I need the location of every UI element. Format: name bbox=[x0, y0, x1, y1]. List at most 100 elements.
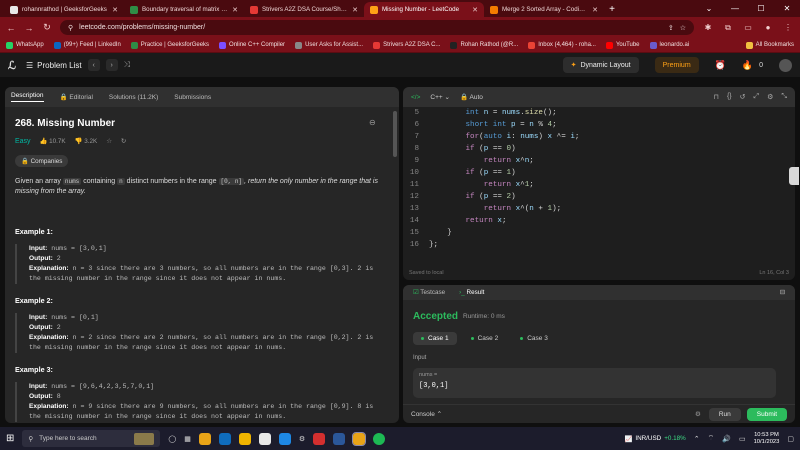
code-area[interactable]: 5 int n = nums. size (); 6 short int p = n … bbox=[403, 107, 795, 251]
case-tab[interactable]: Case 3 bbox=[512, 332, 556, 345]
leetcode-logo-icon[interactable]: ℒ bbox=[8, 59, 20, 72]
alarm-icon[interactable]: ⏰ bbox=[715, 60, 726, 71]
acrobat-icon[interactable] bbox=[313, 432, 326, 445]
sidepanel-icon[interactable]: ▭ bbox=[742, 23, 754, 32]
code-line[interactable]: 10 if (p == 1) bbox=[403, 167, 795, 179]
extensions-puzzle-icon[interactable]: ⧉ bbox=[722, 23, 734, 33]
forward-icon[interactable]: → bbox=[24, 23, 34, 33]
wifi-icon[interactable]: ⌔ bbox=[708, 434, 715, 443]
tab-editorial[interactable]: 🔒 Editorial bbox=[60, 93, 93, 101]
browser-tab[interactable]: Boundary traversal of matrix | Pr ✕ bbox=[124, 2, 244, 17]
browser-tab-active[interactable]: Missing Number - LeetCode ✕ bbox=[364, 2, 484, 17]
code-line[interactable]: 7 for(auto i: nums) x ^= i; bbox=[403, 131, 795, 143]
code-line[interactable]: 16}; bbox=[403, 239, 795, 251]
bookmark-item[interactable]: Practice | GeeksforGeeks bbox=[130, 41, 209, 49]
notification-icon[interactable]: ▢ bbox=[787, 435, 794, 443]
streak-fire-icon[interactable]: 🔥 bbox=[742, 60, 753, 71]
stock-ticker[interactable]: 📈 INR/USD +0.18% bbox=[624, 435, 685, 443]
bookmark-item[interactable]: YouTube bbox=[605, 41, 640, 49]
settings-icon[interactable]: ⚙ bbox=[299, 435, 305, 443]
taskbar-search[interactable]: ⚲ Type here to search bbox=[22, 430, 161, 447]
task-view-icon[interactable]: ◯ bbox=[168, 435, 176, 443]
timer-icon[interactable]: ⊖ bbox=[369, 118, 376, 127]
close-icon[interactable]: ✕ bbox=[472, 6, 478, 14]
share-icon[interactable]: ↻ bbox=[121, 138, 126, 145]
bookmark-item[interactable]: Online C++ Compiler bbox=[219, 41, 285, 49]
mode-toggle[interactable]: 🔒 Auto bbox=[460, 93, 483, 101]
code-line[interactable]: 13 return x ^(n + 1); bbox=[403, 203, 795, 215]
volume-icon[interactable]: 🔊 bbox=[722, 435, 731, 443]
word-icon[interactable] bbox=[333, 432, 346, 445]
case-tab[interactable]: Case 2 bbox=[463, 332, 507, 345]
file-explorer-icon[interactable] bbox=[238, 432, 251, 445]
system-clock[interactable]: 10:53 PM 10/1/2023 bbox=[754, 432, 780, 446]
bookmark-icon[interactable]: ⊓ bbox=[713, 93, 718, 101]
all-bookmarks[interactable]: All Bookmarks bbox=[745, 41, 794, 49]
user-avatar[interactable] bbox=[779, 58, 792, 72]
fullscreen-icon[interactable]: ⤢ bbox=[754, 93, 760, 101]
scrollbar[interactable] bbox=[393, 111, 397, 157]
bookmark-item[interactable]: Strivers A2Z DSA C... bbox=[373, 41, 440, 49]
site-info-icon[interactable]: ⚲ bbox=[68, 24, 73, 32]
new-tab-button[interactable]: + bbox=[604, 2, 620, 17]
bookmark-item[interactable]: (99+) Feed | LinkedIn bbox=[53, 41, 121, 49]
browser-tab[interactable]: Merge 2 Sorted Array - Coding N ✕ bbox=[484, 2, 604, 17]
shuffle-icon[interactable]: ⤨ bbox=[124, 60, 130, 70]
bookmark-item[interactable]: Inbox (4,464) - roha... bbox=[528, 41, 596, 49]
maximize-icon[interactable]: ☐ bbox=[748, 0, 774, 17]
companies-tag[interactable]: 🔒 Companies bbox=[15, 155, 69, 167]
collapse-icon[interactable]: ⊟ bbox=[780, 289, 785, 296]
browser-tab[interactable]: Strivers A2Z DSA Course/Sheet ✕ bbox=[244, 2, 364, 17]
mail-icon[interactable] bbox=[278, 432, 291, 445]
widgets-icon[interactable]: ▦ bbox=[184, 435, 191, 443]
battery-icon[interactable]: ▭ bbox=[739, 435, 746, 443]
close-window-icon[interactable]: ✕ bbox=[774, 0, 800, 17]
dynamic-layout-button[interactable]: ✦ Dynamic Layout bbox=[562, 57, 639, 73]
tab-result[interactable]: ›_ Result bbox=[459, 289, 484, 296]
bookmark-star-icon[interactable]: ☆ bbox=[680, 24, 686, 32]
extension-icon[interactable]: ✱ bbox=[702, 23, 714, 32]
case-tab[interactable]: Case 1 bbox=[413, 332, 457, 345]
code-line[interactable]: 6 short int p = n % 4; bbox=[403, 119, 795, 131]
tab-solutions[interactable]: Solutions (11.2K) bbox=[109, 94, 158, 101]
tab-submissions[interactable]: Submissions bbox=[174, 94, 211, 101]
braces-icon[interactable]: {} bbox=[727, 93, 732, 101]
dislike-button[interactable]: 👎 3.2K bbox=[75, 137, 98, 145]
submit-button[interactable]: Submit bbox=[746, 407, 787, 421]
star-icon[interactable]: ☆ bbox=[106, 138, 112, 145]
code-line[interactable]: 12 if (p == 2) bbox=[403, 191, 795, 203]
minimize-icon[interactable]: — bbox=[722, 0, 748, 17]
code-line[interactable]: 11 return x ^ 1; bbox=[403, 179, 795, 191]
close-icon[interactable]: ✕ bbox=[352, 6, 358, 14]
chrome-active-icon[interactable] bbox=[352, 431, 367, 446]
back-icon[interactable]: ← bbox=[6, 23, 16, 33]
tab-description[interactable]: Description bbox=[11, 92, 44, 102]
code-line[interactable]: 15 } bbox=[403, 227, 795, 239]
settings-icon[interactable]: ⚙ bbox=[695, 410, 701, 418]
expand-icon[interactable]: ⤡ bbox=[781, 93, 787, 101]
chevron-up-icon[interactable]: ⌃ bbox=[694, 435, 700, 443]
problem-list-button[interactable]: ☰ Problem List bbox=[26, 61, 82, 70]
code-line[interactable]: 14 return x; bbox=[403, 215, 795, 227]
reset-icon[interactable]: ↺ bbox=[740, 93, 746, 101]
bookmark-item[interactable]: Rohan Rathod (@R... bbox=[450, 41, 518, 49]
code-line[interactable]: 5 int n = nums. size (); bbox=[403, 107, 795, 119]
next-problem-icon[interactable]: › bbox=[105, 59, 118, 71]
close-icon[interactable]: ✕ bbox=[592, 6, 598, 14]
like-button[interactable]: 👍 10.7K bbox=[40, 137, 66, 145]
edge-icon[interactable] bbox=[218, 432, 231, 445]
reload-icon[interactable]: ↻ bbox=[42, 22, 52, 33]
close-icon[interactable]: ✕ bbox=[232, 6, 238, 14]
windows-start-icon[interactable]: ⊞ bbox=[6, 433, 14, 444]
code-line[interactable]: 9 return x ^ n; bbox=[403, 155, 795, 167]
browser-tab[interactable]: rohannrathod | GeeksforGeeks ✕ bbox=[4, 2, 124, 17]
side-panel-handle[interactable] bbox=[789, 167, 799, 185]
bookmark-item[interactable]: WhatsApp bbox=[6, 41, 44, 49]
language-select[interactable]: C++ ⌄ bbox=[430, 93, 450, 101]
chrome-icon[interactable] bbox=[198, 432, 211, 445]
url-bar[interactable]: ⚲ leetcode.com/problems/missing-number/ … bbox=[60, 20, 694, 35]
prev-problem-icon[interactable]: ‹ bbox=[87, 59, 100, 71]
store-icon[interactable] bbox=[258, 432, 271, 445]
settings-icon[interactable]: ⚙ bbox=[767, 93, 773, 101]
menu-kebab-icon[interactable]: ⋮ bbox=[782, 23, 794, 32]
